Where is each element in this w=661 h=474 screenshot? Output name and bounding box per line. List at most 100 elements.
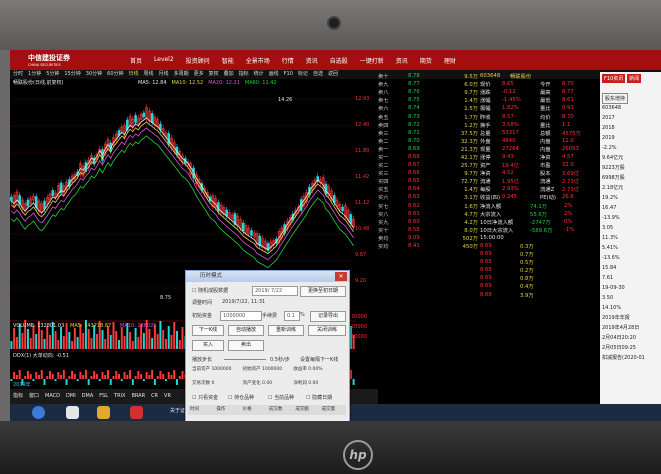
quote-value: 27264	[502, 145, 519, 152]
volume-bar	[26, 329, 29, 349]
nav-item[interactable]: 投资顾问	[186, 56, 210, 65]
option-current[interactable]: ☐ 当前品种	[268, 394, 294, 401]
ddx-bar	[79, 372, 82, 379]
stock-name: 畅联股份	[510, 74, 532, 81]
quote-key2: 最低	[540, 98, 551, 105]
indicator-tab[interactable]: CR	[151, 394, 158, 399]
trading-app-icon[interactable]	[130, 406, 143, 419]
period-tab[interactable]: 1分钟	[28, 71, 41, 77]
close-icon[interactable]: ✕	[335, 272, 347, 281]
next-kline-button[interactable]: 下一K线	[192, 325, 224, 336]
price-tick: 9.20	[355, 278, 367, 284]
fee-input[interactable]: 0.1	[284, 311, 300, 321]
tick-price: 8.68	[480, 259, 492, 266]
quote-key2: 股本	[540, 171, 551, 178]
quote-key2: 流通Z	[540, 187, 555, 194]
folder-icon[interactable]	[97, 406, 110, 419]
quote-value2: 8.61	[562, 97, 574, 104]
dialog-title: 历时模式	[200, 273, 223, 279]
flow-row: 净流入额 74.1万 2%	[480, 202, 605, 210]
indicator-tab[interactable]: FSL	[99, 394, 108, 399]
indicator-tab[interactable]: 指标	[13, 394, 23, 399]
period-tab[interactable]: 30分钟	[86, 71, 102, 77]
indicator-tab[interactable]: DMI	[66, 394, 76, 399]
nav-item[interactable]: 期货	[420, 56, 432, 65]
export-button[interactable]: 记录导出	[310, 311, 346, 322]
indicator-tab[interactable]: VR	[164, 394, 171, 399]
f10-button[interactable]: F10资讯	[602, 74, 626, 83]
period-tab[interactable]: 复权	[209, 71, 219, 77]
period-tab[interactable]: 自选	[313, 71, 323, 77]
nav-item[interactable]: Level2	[154, 56, 174, 65]
speed-slider[interactable]	[224, 359, 266, 360]
nav-item[interactable]: 智能	[222, 56, 234, 65]
period-tab[interactable]: 15分钟	[64, 71, 80, 77]
start-icon[interactable]	[32, 406, 45, 419]
price-tick: 10.48	[355, 226, 370, 232]
close-training-button[interactable]: 关闭训练	[308, 325, 346, 336]
period-tab[interactable]: 画线	[269, 71, 279, 77]
nav-item[interactable]: 自选股	[330, 56, 348, 65]
indicator-tab[interactable]: 窗口	[29, 394, 39, 399]
period-tab[interactable]: 分时	[13, 71, 23, 77]
nav-item[interactable]: 资讯	[396, 56, 408, 65]
date-field[interactable]: 2019/ 7/22	[252, 286, 298, 296]
restart-button[interactable]: 重新训练	[268, 325, 304, 336]
indicator-tab[interactable]: MACD	[45, 394, 60, 399]
f10-button[interactable]: 新闻	[627, 74, 642, 83]
dialog-stat-label: 初始资产	[242, 367, 263, 372]
indicator-tab[interactable]: BRAR	[131, 394, 145, 399]
shareholder-button[interactable]: 股东增持	[602, 93, 629, 104]
period-tab[interactable]: 5分钟	[46, 71, 59, 77]
funds-input[interactable]: 1000000	[220, 311, 262, 321]
tick-price: 8.69	[480, 243, 492, 250]
order-volume: 42.1万	[460, 154, 478, 161]
option-funds[interactable]: ☐ 只看资金	[192, 394, 218, 401]
period-tab[interactable]: F10	[284, 71, 293, 77]
ddx-bar	[98, 379, 101, 381]
nav-item[interactable]: 全景市场	[246, 56, 270, 65]
order-volume: 1.6万	[464, 203, 478, 210]
period-tab[interactable]: 多周期	[174, 71, 189, 77]
period-tab[interactable]: 60分钟	[107, 71, 123, 77]
nav-item[interactable]: 行情	[282, 56, 294, 65]
period-tab[interactable]: 日线	[129, 71, 139, 77]
random-date-button[interactable]: 更换至初日期	[300, 286, 346, 297]
period-tab[interactable]: 更多	[194, 71, 204, 77]
period-tab[interactable]: 标记	[298, 71, 308, 77]
period-tab[interactable]: 周线	[144, 71, 154, 77]
option-hold[interactable]: ☐ 持仓品种	[228, 394, 254, 401]
quote-value: 1.82%	[502, 105, 519, 112]
sell-button[interactable]: 卖出	[228, 340, 264, 351]
order-price: 8.64	[408, 186, 420, 193]
brand-subtitle: CHINA SECURITIES	[28, 63, 61, 67]
ma-label: MA20: 12.21	[208, 80, 240, 86]
random-checkbox[interactable]: ☐ 随机成股数据	[192, 287, 228, 294]
fee-unit: %	[300, 312, 305, 318]
buy-button[interactable]: 买入	[192, 340, 224, 351]
ddx-bar	[176, 379, 178, 385]
autoplay-button[interactable]: 自动播放	[228, 325, 264, 336]
indicator-tab[interactable]: TRIX	[114, 394, 125, 399]
period-tab[interactable]: 返回	[328, 71, 338, 77]
period-tab[interactable]: 指标	[239, 71, 249, 77]
tick-time-row: 15:00:00	[480, 234, 605, 242]
nav-item[interactable]: 一键打新	[360, 56, 384, 65]
ddx-bar	[115, 371, 118, 379]
ddx-bar	[118, 374, 120, 379]
nav-item[interactable]: 资讯	[306, 56, 318, 65]
option-hide-date[interactable]: ☐ 隐藏日期	[306, 394, 332, 401]
period-tab[interactable]: 月线	[159, 71, 169, 77]
quote-key: 换手	[480, 122, 491, 129]
period-tab[interactable]: 统计	[254, 71, 264, 77]
nav-item[interactable]: 首页	[130, 56, 142, 65]
quote-row: 资产 19.4亿 市盈 32.0	[480, 161, 605, 169]
volume-bar	[170, 335, 173, 349]
order-volume: 21.3万	[460, 146, 478, 153]
order-label: 卖三	[378, 130, 389, 137]
indicator-tab[interactable]: DMA	[82, 394, 94, 399]
browser-icon[interactable]	[66, 406, 79, 419]
nav-item[interactable]: 理财	[444, 56, 456, 65]
period-tab[interactable]: 叠加	[224, 71, 234, 77]
quote-key: 涨幅	[480, 98, 491, 105]
